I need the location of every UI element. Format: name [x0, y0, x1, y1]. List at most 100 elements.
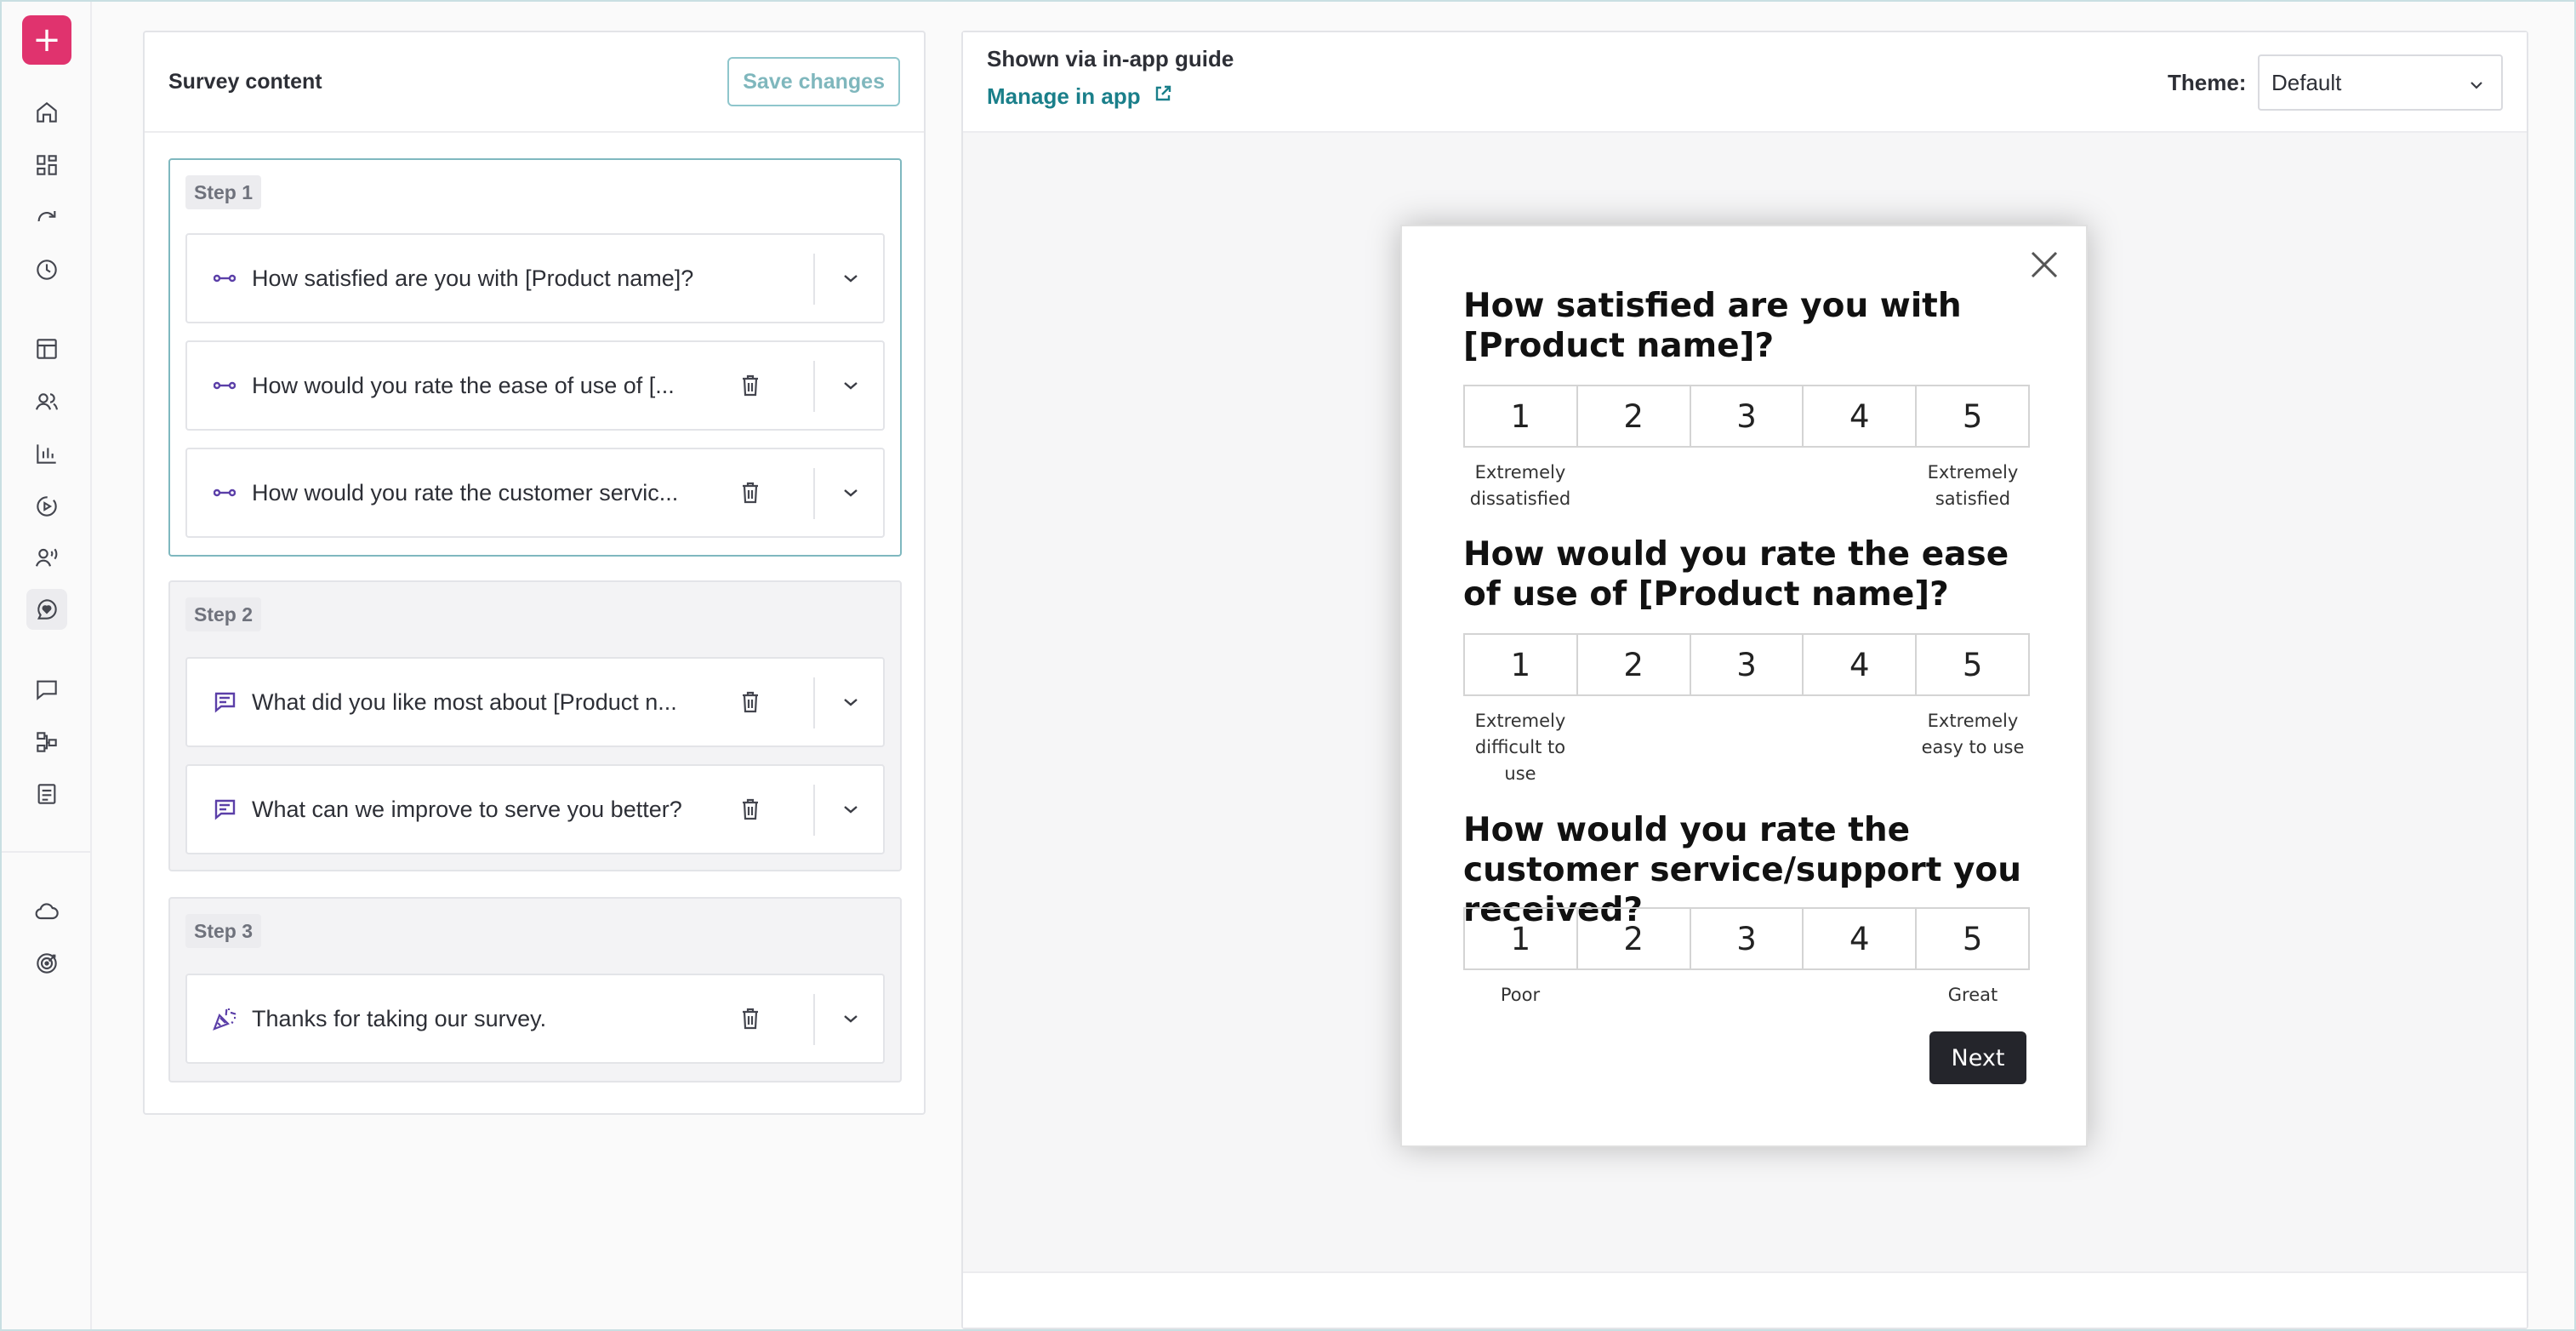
theme-label: Theme: — [2168, 70, 2247, 95]
step-3-group[interactable]: Step 3 Thanks for taking our survey. — [168, 897, 902, 1083]
save-changes-button[interactable]: Save changes — [727, 57, 900, 106]
chevron-down-icon[interactable] — [839, 266, 863, 290]
survey-content-title: Survey content — [168, 69, 322, 94]
question-card[interactable]: How would you rate the ease of use of [.… — [185, 340, 885, 431]
users-icon[interactable] — [26, 381, 67, 422]
rating-option[interactable]: 4 — [1804, 635, 1918, 694]
cloud-icon[interactable] — [26, 891, 67, 932]
card-divider — [813, 254, 815, 305]
scale-high-label: Extremely satisfied — [1927, 462, 2019, 509]
step-2-group[interactable]: Step 2 What did you like most about [Pro… — [168, 580, 902, 871]
scale-icon — [211, 479, 238, 506]
rating-option[interactable]: 5 — [1917, 635, 2028, 694]
rating-option[interactable]: 4 — [1804, 386, 1918, 446]
rating-scale: 1 2 3 4 5 — [1463, 385, 2030, 448]
chevron-down-icon[interactable] — [839, 481, 863, 505]
question-text: How would you rate the ease of use of [.… — [252, 372, 675, 398]
manage-in-app-label: Manage in app — [987, 83, 1141, 109]
preview-footer — [963, 1271, 2527, 1328]
question-text: How would you rate the customer servic..… — [252, 479, 679, 506]
rating-option[interactable]: 3 — [1691, 909, 1804, 968]
preview-header: Shown via in-app guide Manage in app The… — [963, 32, 2527, 133]
next-button[interactable]: Next — [1929, 1031, 2026, 1084]
rating-option[interactable]: 3 — [1691, 386, 1804, 446]
chevron-down-icon[interactable] — [839, 374, 863, 397]
trash-icon[interactable] — [737, 372, 764, 399]
question-card[interactable]: What did you like most about [Product n.… — [185, 657, 885, 747]
scale-low-label: Extremely dissatisfied — [1469, 462, 1571, 509]
scale-high-label: Extremely easy to use — [1921, 711, 2025, 757]
rating-option[interactable]: 5 — [1917, 909, 2028, 968]
home-icon[interactable] — [26, 92, 67, 133]
question-card[interactable]: Thanks for taking our survey. — [185, 974, 885, 1064]
question-text: What can we improve to serve you better? — [252, 796, 682, 822]
text-response-icon — [211, 796, 238, 823]
question-card[interactable]: How would you rate the customer servic..… — [185, 448, 885, 538]
bar-chart-icon[interactable] — [26, 433, 67, 474]
trash-icon[interactable] — [737, 1005, 764, 1032]
rating-scale: 1 2 3 4 5 — [1463, 633, 2030, 696]
scale-icon — [211, 265, 238, 292]
step-label: Step 1 — [185, 175, 262, 209]
question-text: Thanks for taking our survey. — [252, 1005, 547, 1031]
workflow-icon[interactable] — [26, 722, 67, 763]
close-icon[interactable] — [2028, 248, 2060, 281]
rating-option[interactable]: 2 — [1578, 909, 1691, 968]
shown-via-label: Shown via in-app guide — [987, 46, 1234, 71]
scale-icon — [211, 372, 238, 399]
party-popper-icon — [211, 1005, 238, 1032]
chevron-down-icon[interactable] — [839, 1007, 863, 1031]
survey-preview-modal: How satisfied are you with [Product name… — [1400, 225, 2088, 1147]
question-text: What did you like most about [Product n.… — [252, 688, 677, 715]
layout-icon[interactable] — [26, 328, 67, 369]
step-label: Step 2 — [185, 597, 262, 631]
message-icon[interactable] — [26, 669, 67, 710]
trash-icon[interactable] — [737, 688, 764, 716]
rail-divider — [2, 851, 92, 853]
external-link-icon — [1153, 83, 1173, 110]
clock-icon[interactable] — [26, 249, 67, 290]
rating-option[interactable]: 3 — [1691, 635, 1804, 694]
chat-heart-icon[interactable] — [26, 589, 67, 630]
chevron-down-icon[interactable] — [839, 690, 863, 714]
question-card[interactable]: How satisfied are you with [Product name… — [185, 233, 885, 323]
step-label: Step 3 — [185, 914, 262, 948]
card-divider — [813, 468, 815, 519]
target-icon[interactable] — [26, 943, 67, 984]
survey-question-title: How satisfied are you with [Product name… — [1463, 287, 1962, 365]
rating-option[interactable]: 1 — [1465, 386, 1578, 446]
dashboard-icon[interactable] — [26, 145, 67, 186]
rating-option[interactable]: 1 — [1465, 635, 1578, 694]
rating-option[interactable]: 2 — [1578, 386, 1691, 446]
rating-option[interactable]: 2 — [1578, 635, 1691, 694]
card-divider — [813, 785, 815, 836]
create-new-button[interactable]: + — [22, 15, 71, 65]
survey-content-header: Survey content Save changes — [145, 32, 924, 133]
manage-in-app-link[interactable]: Manage in app — [987, 83, 1173, 110]
rating-option[interactable]: 1 — [1465, 909, 1578, 968]
theme-select-value: Default — [2271, 69, 2342, 95]
survey-content-panel: Survey content Save changes Step 1 How s… — [143, 31, 926, 1115]
card-divider — [813, 994, 815, 1045]
play-circle-icon[interactable] — [26, 486, 67, 527]
left-nav-rail: + — [2, 2, 92, 1329]
theme-select[interactable]: Default — [2258, 54, 2503, 111]
trash-icon[interactable] — [737, 796, 764, 823]
question-card[interactable]: What can we improve to serve you better? — [185, 764, 885, 854]
voice-user-icon[interactable] — [26, 538, 67, 579]
card-divider — [813, 677, 815, 728]
trash-icon[interactable] — [737, 479, 764, 506]
survey-question-title: How would you rate the ease of use of [P… — [1463, 535, 2009, 614]
rating-option[interactable]: 4 — [1804, 909, 1918, 968]
redo-icon[interactable] — [26, 197, 67, 238]
document-icon[interactable] — [26, 774, 67, 814]
chevron-down-icon — [2469, 70, 2484, 96]
scale-low-label: Poor — [1500, 985, 1541, 1005]
question-text: How satisfied are you with [Product name… — [252, 265, 694, 291]
chevron-down-icon[interactable] — [839, 797, 863, 821]
step-1-group[interactable]: Step 1 How satisfied are you with [Produ… — [168, 158, 902, 557]
rating-scale: 1 2 3 4 5 — [1463, 907, 2030, 970]
rating-option[interactable]: 5 — [1917, 386, 2028, 446]
scale-high-label: Great — [1947, 985, 1998, 1005]
scale-low-label: Extremely difficult to use — [1474, 711, 1566, 784]
